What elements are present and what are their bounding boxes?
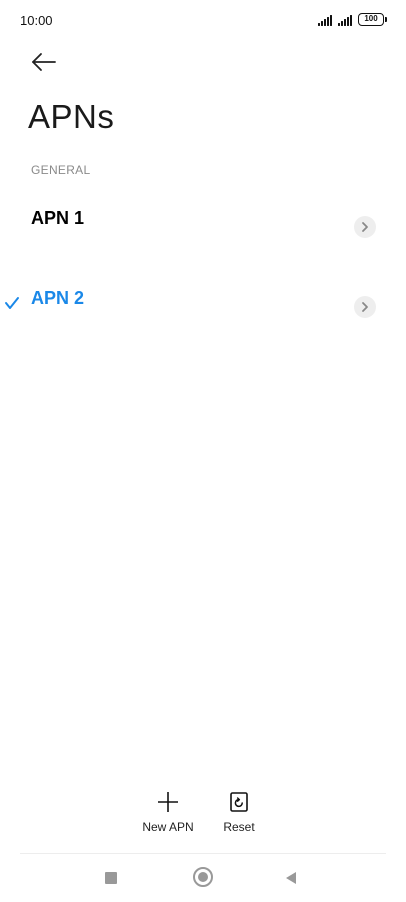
navigation-bar <box>0 862 406 892</box>
battery-level: 100 <box>364 14 378 23</box>
back-triangle-icon[interactable] <box>286 872 296 884</box>
chevron-right-icon[interactable] <box>354 296 376 318</box>
new-apn-button[interactable]: New APN <box>138 790 198 834</box>
apn-settings-screen: 10:00 100 APNs GENERAL APN 1 APN 2 New A… <box>0 0 406 902</box>
new-apn-label: New APN <box>142 820 194 834</box>
home-circle-icon[interactable] <box>193 867 213 887</box>
apn-list-item[interactable]: APN 1 <box>0 190 406 280</box>
status-time: 10:00 <box>20 13 53 28</box>
section-header: GENERAL <box>31 163 91 177</box>
bottom-actions: New APN Reset <box>0 790 406 840</box>
status-icons: 100 <box>318 12 387 26</box>
check-icon <box>5 297 19 309</box>
apn-name: APN 2 <box>31 288 85 308</box>
signal-icon <box>338 14 352 26</box>
plus-icon <box>158 792 178 812</box>
arrow-left-icon <box>32 53 56 71</box>
recents-square-icon[interactable] <box>105 872 117 884</box>
battery-icon: 100 <box>358 13 387 26</box>
nav-divider <box>20 853 386 854</box>
apn-name: APN 1 <box>31 208 85 228</box>
apn-list-item[interactable]: APN 2 <box>0 272 406 362</box>
signal-icon <box>318 14 332 26</box>
chevron-right-icon[interactable] <box>354 216 376 238</box>
status-bar: 10:00 100 <box>0 0 406 40</box>
reset-label: Reset <box>223 820 255 834</box>
page-title: APNs <box>28 98 115 135</box>
back-button[interactable] <box>28 48 60 76</box>
reset-icon <box>230 792 248 812</box>
reset-button[interactable]: Reset <box>216 790 262 834</box>
